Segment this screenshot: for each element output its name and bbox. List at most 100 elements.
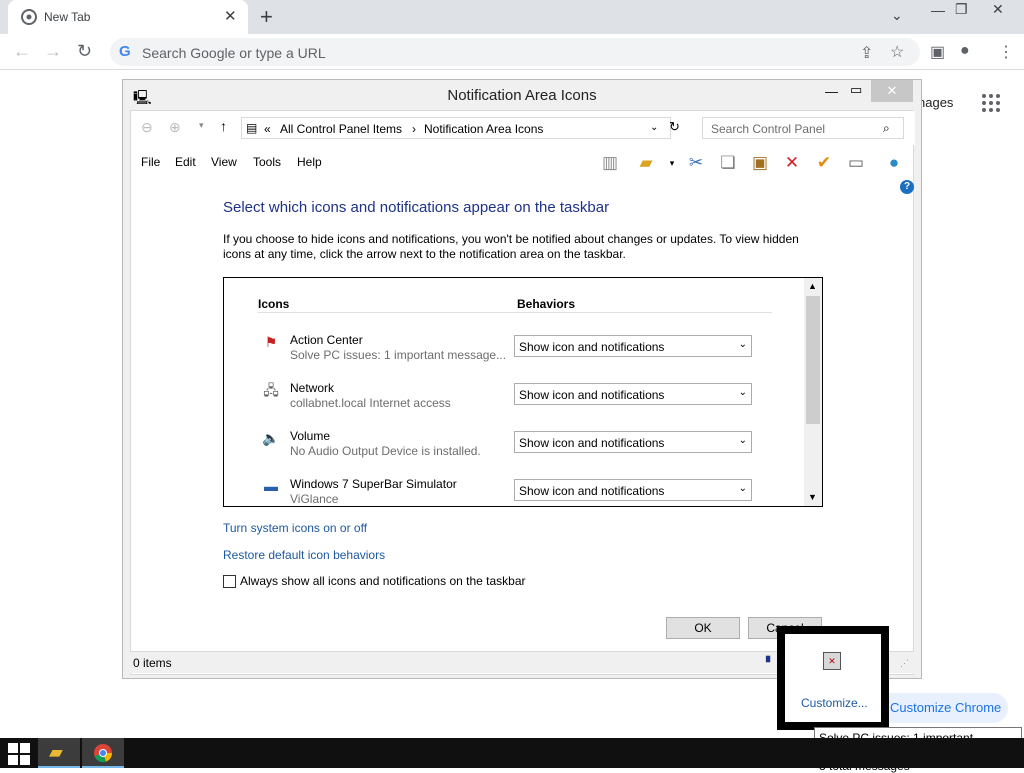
restore-icon[interactable]: ❐ [955, 1, 968, 18]
side-panel-icon[interactable]: ▣ [930, 42, 945, 62]
behavior-select[interactable]: Show icon and notifications ⌄ [514, 431, 752, 453]
breadcrumb-separator[interactable]: › [412, 122, 416, 136]
breadcrumb-all-items[interactable]: All Control Panel Items [280, 122, 402, 136]
behavior-select[interactable]: Show icon and notifications ⌄ [514, 335, 752, 357]
address-bar[interactable]: ▤ « All Control Panel Items › Notificati… [241, 117, 671, 139]
ok-button[interactable]: OK [666, 617, 740, 639]
recent-locations-chevron-icon[interactable]: ▾ [199, 120, 204, 131]
copy-icon[interactable]: ❏ [717, 152, 739, 174]
folder-options-icon[interactable]: ▰ [635, 152, 657, 174]
taskbar-chrome[interactable] [82, 738, 124, 768]
bookmark-star-icon[interactable]: ☆ [890, 42, 904, 62]
item-description: Solve PC issues: 1 important message... [290, 348, 507, 362]
chrome-menu-icon[interactable]: ⋮ [998, 42, 1014, 62]
menu-file[interactable]: File [141, 155, 160, 169]
share-icon[interactable]: ⇪ [860, 43, 873, 63]
menu-help[interactable]: Help [297, 155, 322, 169]
view-dropdown-icon[interactable]: ▾ [661, 152, 683, 174]
chevron-down-icon: ⌄ [738, 387, 747, 398]
globe-icon[interactable]: ● [883, 152, 905, 174]
reload-icon[interactable]: ↻ [77, 41, 92, 62]
breadcrumb-current[interactable]: Notification Area Icons [424, 122, 543, 136]
behavior-select[interactable]: Show icon and notifications ⌄ [514, 383, 752, 405]
tab-title: New Tab [44, 10, 91, 24]
column-header-icons: Icons [258, 297, 290, 311]
tab-new-tab[interactable]: New Tab ✕ [8, 0, 248, 34]
window-maximize-button[interactable]: ▭ [850, 82, 862, 98]
menu-view[interactable]: View [211, 155, 237, 169]
window-minimize-button[interactable]: — [825, 84, 838, 99]
search-control-panel-input[interactable]: Search Control Panel ⌕ [702, 117, 904, 139]
behavior-select[interactable]: Show icon and notifications ⌄ [514, 479, 752, 501]
chevron-down-icon: ⌄ [738, 435, 747, 446]
delete-icon[interactable]: ✕ [781, 152, 803, 174]
window-close-button[interactable]: ✕ [871, 80, 913, 102]
ntp-images-link[interactable]: nages [918, 95, 953, 110]
turn-system-icons-link[interactable]: Turn system icons on or off [223, 521, 367, 535]
start-button-icon[interactable] [8, 743, 30, 765]
taskbar-file-explorer[interactable]: ▰ [38, 738, 80, 768]
up-icon[interactable]: ↑ [220, 118, 227, 134]
back-icon[interactable]: ⊖ [141, 119, 153, 136]
restore-defaults-link[interactable]: Restore default icon behaviors [223, 548, 385, 562]
item-name: Action Center [290, 333, 363, 347]
navigation-bar: ⊖ ⊕ ▾ ↑ ▤ « All Control Panel Items › No… [131, 111, 915, 145]
layout-pane-icon[interactable]: ▥ [599, 152, 621, 174]
volume-icon: 🔈 [262, 430, 280, 446]
refresh-icon[interactable]: ↻ [669, 119, 680, 135]
tab-search-chevron-icon[interactable]: ⌄ [891, 7, 903, 24]
help-icon[interactable]: ? [900, 180, 914, 194]
item-description: collabnet.local Internet access [290, 396, 451, 410]
page-description: If you choose to hide icons and notifica… [223, 232, 799, 261]
menu-edit[interactable]: Edit [175, 155, 196, 169]
list-scrollbar[interactable]: ▲ ▼ [804, 278, 822, 506]
back-icon[interactable]: ← [13, 41, 31, 62]
customize-chrome-button[interactable]: Customize Chrome [878, 693, 1008, 723]
chevron-down-icon: ⌄ [738, 339, 747, 350]
paste-icon[interactable]: ▣ [749, 152, 771, 174]
item-name: Windows 7 SuperBar Simulator [290, 477, 457, 491]
always-show-label: Always show all icons and notifications … [240, 574, 526, 588]
forward-icon[interactable]: → [44, 41, 62, 62]
header-divider [258, 312, 772, 313]
status-computer-icon: ▘ [766, 657, 775, 669]
scroll-down-icon[interactable]: ▼ [808, 492, 817, 502]
google-g-icon: G [119, 43, 131, 60]
omnibox[interactable]: G Search Google or type a URL ⇪ ☆ [110, 38, 920, 66]
behavior-value: Show icon and notifications [519, 484, 665, 498]
window-title: Notification Area Icons [447, 87, 597, 104]
new-tab-button[interactable]: + [260, 4, 273, 30]
resize-grip-icon[interactable]: ⋰ [900, 658, 909, 669]
action-center-icon: ⚑ [264, 334, 278, 350]
cut-icon[interactable]: ✂ [685, 152, 707, 174]
minimize-icon[interactable]: — [931, 2, 945, 18]
google-apps-icon[interactable] [982, 94, 1000, 112]
search-icon[interactable]: ⌕ [883, 121, 890, 136]
item-description: No Audio Output Device is installed. [290, 444, 481, 458]
behavior-value: Show icon and notifications [519, 436, 665, 450]
window-titlebar[interactable]: 🖳 Notification Area Icons — ▭ ✕ [123, 80, 921, 110]
check-icon[interactable]: ✔ [813, 152, 835, 174]
scroll-up-icon[interactable]: ▲ [808, 281, 817, 291]
close-icon[interactable]: ✕ [992, 1, 1004, 18]
control-panel-icon: ▤ [246, 121, 258, 135]
browser-toolbar: ← → ↻ G Search Google or type a URL ⇪ ☆ … [0, 34, 1024, 70]
page-heading: Select which icons and notifications app… [223, 199, 610, 216]
item-name: Volume [290, 429, 331, 443]
item-description: ViGlance [290, 492, 339, 506]
menu-tools[interactable]: Tools [253, 155, 281, 169]
chrome-favicon-icon [21, 9, 37, 25]
window-content: ⊖ ⊕ ▾ ↑ ▤ « All Control Panel Items › No… [130, 110, 915, 675]
tab-close-button[interactable]: ✕ [224, 7, 237, 25]
scrollbar-thumb[interactable] [806, 296, 820, 424]
action-center-tray-icon[interactable]: ✕ [823, 652, 841, 670]
forward-icon[interactable]: ⊕ [169, 119, 181, 136]
properties-icon[interactable]: ▭ [845, 152, 867, 174]
always-show-checkbox[interactable] [223, 575, 236, 588]
search-placeholder: Search Control Panel [711, 122, 826, 136]
profile-avatar-icon[interactable]: ● [960, 42, 970, 60]
customize-link[interactable]: Customize... [801, 696, 868, 710]
address-dropdown-icon[interactable]: ⌄ [650, 122, 658, 133]
behavior-value: Show icon and notifications [519, 340, 665, 354]
breadcrumb-overflow[interactable]: « [264, 122, 271, 136]
